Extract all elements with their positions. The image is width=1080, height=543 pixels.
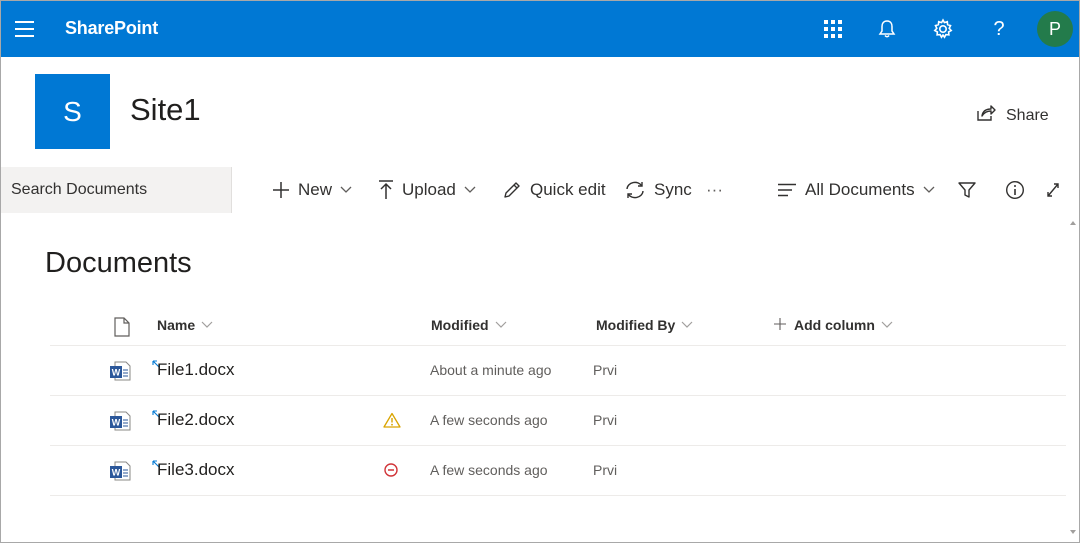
modified-cell: A few seconds ago	[430, 412, 548, 428]
view-label: All Documents	[805, 180, 915, 199]
scroll-up-arrow	[1070, 221, 1076, 225]
chevron-down-icon	[681, 321, 693, 329]
menu-icon[interactable]	[15, 17, 37, 41]
name-column-header[interactable]: Name	[157, 317, 213, 333]
site-logo[interactable]: S	[35, 74, 110, 149]
site-title[interactable]: Site1	[130, 92, 201, 128]
modified-column-header[interactable]: Modified	[431, 317, 507, 333]
modified-by-column-label: Modified By	[596, 317, 676, 333]
chevron-down-icon	[201, 321, 213, 329]
chevron-down-icon	[464, 186, 476, 194]
chevron-down-icon	[495, 321, 507, 329]
modified-by-cell[interactable]: Prvi	[593, 362, 617, 378]
avatar[interactable]: P	[1037, 11, 1073, 47]
word-document-icon: W	[109, 410, 131, 437]
document-icon	[113, 317, 131, 340]
help-icon[interactable]: ?	[985, 15, 1013, 43]
table-bottom-divider	[50, 495, 1066, 496]
word-document-icon: W	[109, 460, 131, 487]
name-column-label: Name	[157, 317, 196, 333]
table-row[interactable]: W File2.docx A few seconds ago Prvi	[50, 395, 1066, 446]
file-name-link[interactable]: File3.docx	[157, 460, 234, 480]
scroll-down-arrow	[1070, 530, 1076, 534]
svg-text:W: W	[112, 418, 121, 428]
chevron-down-icon	[881, 321, 893, 329]
info-icon[interactable]	[1005, 167, 1025, 213]
library-title: Documents	[45, 247, 192, 279]
view-list-icon	[777, 183, 797, 197]
upload-label: Upload	[402, 180, 456, 199]
filter-icon[interactable]	[957, 167, 977, 213]
search-box[interactable]: Search Documents	[1, 167, 232, 213]
sync-label: Sync	[654, 180, 692, 199]
pencil-icon	[502, 180, 522, 200]
add-column-label: Add column	[794, 317, 875, 333]
modified-column-label: Modified	[431, 317, 489, 333]
plus-icon	[272, 181, 290, 199]
modified-by-cell[interactable]: Prvi	[593, 412, 617, 428]
app-launcher-icon[interactable]	[819, 15, 847, 43]
view-switcher[interactable]: All Documents	[777, 167, 935, 213]
svg-text:W: W	[112, 468, 121, 478]
file-name-link[interactable]: File2.docx	[157, 410, 234, 430]
chevron-down-icon	[340, 186, 352, 194]
command-bar: Search Documents New Upload Quick edit S…	[1, 167, 1079, 213]
sync-button[interactable]: Sync	[624, 167, 692, 213]
share-icon	[976, 104, 996, 127]
plus-icon	[774, 317, 786, 333]
gear-icon[interactable]	[929, 15, 957, 43]
suite-bar: SharePoint ? P	[1, 1, 1079, 57]
bell-icon[interactable]	[873, 15, 901, 43]
command-area: New Upload Quick edit Sync ··· All Docum…	[232, 167, 1079, 213]
table-row[interactable]: W File1.docx About a minute ago Prvi	[50, 345, 1066, 396]
quick-edit-button[interactable]: Quick edit	[502, 167, 606, 213]
new-label: New	[298, 180, 333, 199]
brand-name[interactable]: SharePoint	[65, 18, 158, 39]
share-button[interactable]: Share	[976, 104, 1049, 127]
word-document-icon: W	[109, 360, 131, 387]
upload-button[interactable]: Upload	[378, 167, 476, 213]
new-button[interactable]: New	[272, 167, 352, 213]
modified-by-cell[interactable]: Prvi	[593, 462, 617, 478]
quick-edit-label: Quick edit	[530, 180, 606, 199]
sharepoint-window: SharePoint ? P S Site1 Share Search Docu…	[0, 0, 1080, 543]
file-type-column-header[interactable]	[113, 317, 131, 340]
warning-icon[interactable]	[383, 412, 401, 433]
modified-by-column-header[interactable]: Modified By	[596, 317, 693, 333]
upload-icon	[378, 180, 394, 200]
vertical-scrollbar[interactable]	[1067, 213, 1079, 542]
share-label: Share	[1006, 106, 1049, 124]
add-column-header[interactable]: Add column	[774, 317, 893, 333]
modified-cell: About a minute ago	[430, 362, 552, 378]
expand-icon[interactable]	[1046, 167, 1060, 213]
svg-text:W: W	[112, 368, 121, 378]
search-input[interactable]: Search Documents	[11, 181, 147, 199]
table-row[interactable]: W File3.docx A few seconds ago Prvi	[50, 445, 1066, 496]
blocked-icon[interactable]	[383, 462, 399, 483]
chevron-down-icon	[923, 186, 935, 194]
modified-cell: A few seconds ago	[430, 462, 548, 478]
file-name-link[interactable]: File1.docx	[157, 360, 234, 380]
sync-icon	[624, 180, 646, 200]
more-actions-button[interactable]: ···	[706, 167, 723, 213]
